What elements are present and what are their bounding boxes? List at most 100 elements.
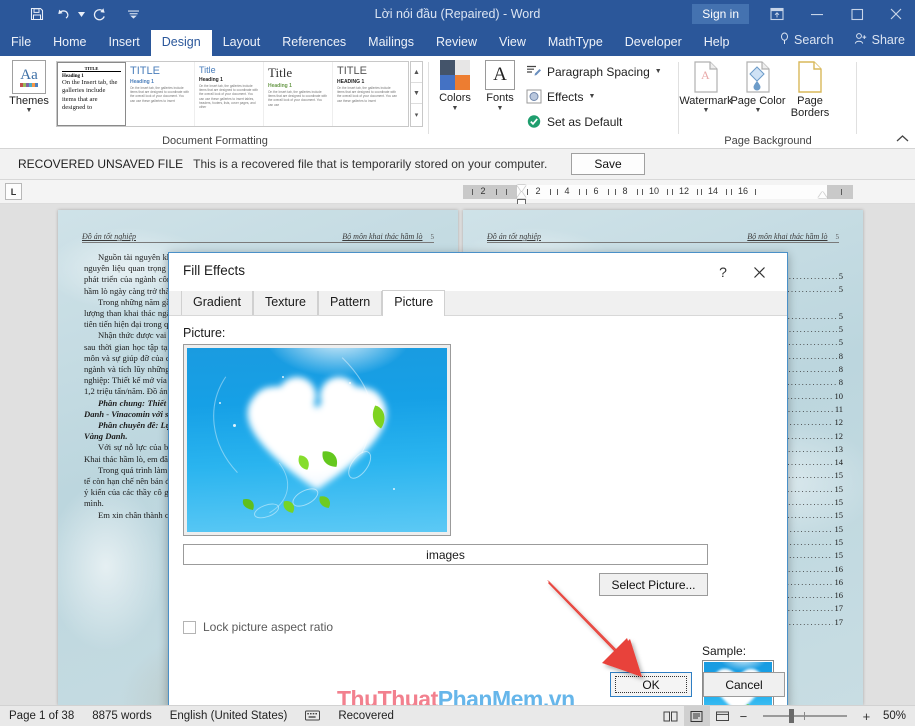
- tab-mathtype[interactable]: MathType: [537, 30, 614, 56]
- ribbon-group-theme-controls: Colors ▼ A Fonts ▼ Paragraph Spacing ▼ E…: [430, 56, 680, 149]
- status-proofing-icon[interactable]: [296, 710, 329, 723]
- colors-dropdown-icon[interactable]: ▼: [433, 105, 477, 112]
- dialog-tab-pattern[interactable]: Pattern: [318, 291, 382, 315]
- status-language[interactable]: English (United States): [161, 710, 297, 722]
- zoom-out-button[interactable]: −: [736, 709, 751, 724]
- title-bar: Lời nói đầu (Repaired) - Word Sign in: [0, 0, 915, 28]
- message-bar-save-button[interactable]: Save: [571, 153, 644, 175]
- zoom-percentage[interactable]: 50%: [874, 710, 915, 722]
- zoom-in-button[interactable]: +: [859, 709, 874, 724]
- toc-page-number: 12: [833, 430, 844, 443]
- set-as-default-button[interactable]: Set as Default: [525, 113, 622, 130]
- minimize-icon[interactable]: [797, 0, 837, 28]
- toc-page-number: 11: [833, 403, 843, 416]
- gallery-scrollbar[interactable]: ▲ ▼ ▾: [410, 61, 423, 127]
- first-line-indent-marker[interactable]: [517, 185, 526, 191]
- gallery-item-4[interactable]: TITLE HEADING 1 On the Insert tab, the g…: [333, 62, 402, 126]
- share-button[interactable]: Share: [844, 28, 915, 52]
- picture-path-field[interactable]: images: [183, 544, 708, 565]
- tab-layout[interactable]: Layout: [212, 30, 272, 56]
- fonts-icon: A: [485, 60, 515, 90]
- fill-effects-dialog[interactable]: Fill Effects ? Gradient Texture Pattern …: [168, 252, 788, 708]
- tab-design[interactable]: Design: [151, 30, 212, 56]
- cancel-button[interactable]: Cancel: [703, 672, 785, 697]
- tab-review[interactable]: Review: [425, 30, 488, 56]
- ribbon-display-options-icon[interactable]: [757, 0, 797, 28]
- gallery-item-1[interactable]: TITLE Heading 1 On the Insert tab, the g…: [126, 62, 195, 126]
- tab-insert[interactable]: Insert: [98, 30, 151, 56]
- gallery-item-0[interactable]: TITLE Heading 1 On the Insert tab, the g…: [57, 62, 126, 126]
- header-page-number-right: 5: [836, 233, 840, 241]
- effects-label: Effects: [547, 90, 583, 104]
- zoom-slider[interactable]: [757, 706, 853, 726]
- print-layout-icon[interactable]: [684, 706, 710, 726]
- lock-aspect-ratio-checkbox[interactable]: [183, 621, 196, 634]
- hanging-indent-marker[interactable]: [517, 192, 526, 198]
- effects-button[interactable]: Effects ▼: [525, 88, 595, 105]
- page-color-dropdown-icon[interactable]: ▼: [730, 107, 786, 114]
- dialog-tab-gradient[interactable]: Gradient: [181, 291, 253, 315]
- horizontal-ruler[interactable]: 2 2 4 6 8 10 12 14 16: [463, 185, 853, 199]
- toc-page-number: 8: [837, 376, 843, 389]
- tab-stop-selector[interactable]: L: [5, 183, 22, 200]
- sign-in-button[interactable]: Sign in: [692, 4, 749, 24]
- tab-file[interactable]: File: [0, 30, 42, 56]
- toc-page-number: 17: [833, 616, 844, 629]
- tab-home[interactable]: Home: [42, 30, 97, 56]
- themes-dropdown-icon[interactable]: ▼: [6, 107, 52, 114]
- tab-help[interactable]: Help: [693, 30, 741, 56]
- paragraph-spacing-button[interactable]: Paragraph Spacing ▼: [525, 63, 662, 80]
- style-set-gallery[interactable]: TITLE Heading 1 On the Insert tab, the g…: [56, 61, 409, 127]
- gallery-more-icon[interactable]: ▾: [411, 104, 422, 125]
- gallery-item-2-body: On the Insert tab, the galleries include…: [199, 84, 259, 109]
- maximize-icon[interactable]: [837, 0, 877, 28]
- status-word-count[interactable]: 8875 words: [83, 710, 160, 722]
- close-icon[interactable]: [877, 0, 915, 28]
- themes-button[interactable]: Aa Themes ▼: [6, 60, 52, 114]
- tab-mailings[interactable]: Mailings: [357, 30, 425, 56]
- read-mode-icon[interactable]: [658, 706, 684, 726]
- right-indent-marker[interactable]: [818, 192, 827, 198]
- watermark-icon: A: [690, 60, 722, 94]
- lock-aspect-ratio-checkbox-row[interactable]: Lock picture aspect ratio: [183, 620, 333, 634]
- gallery-item-0-title: TITLE: [62, 66, 121, 72]
- tab-developer[interactable]: Developer: [614, 30, 693, 56]
- gallery-item-3[interactable]: Title Heading 1 On the Insert tab, the g…: [264, 62, 333, 126]
- status-recovered[interactable]: Recovered: [329, 710, 403, 722]
- fonts-dropdown-icon[interactable]: ▼: [478, 105, 522, 112]
- tabstrip-right-actions: Search Share: [769, 28, 915, 56]
- dialog-close-icon[interactable]: [747, 260, 771, 284]
- tab-view[interactable]: View: [488, 30, 537, 56]
- gallery-scroll-up-icon[interactable]: ▲: [411, 62, 422, 83]
- gallery-item-2[interactable]: Title Heading 1 On the Insert tab, the g…: [195, 62, 264, 126]
- search-box[interactable]: Search: [769, 28, 844, 52]
- watermark-dropdown-icon[interactable]: ▼: [678, 107, 734, 114]
- gallery-item-0-body: On the Insert tab, the galleries include…: [62, 79, 121, 113]
- ribbon-group-document-formatting: Aa Themes ▼ TITLE Heading 1 On the Inser…: [0, 56, 430, 149]
- paragraph-spacing-dropdown-icon[interactable]: ▼: [655, 68, 662, 75]
- page-borders-button[interactable]: Page Borders: [782, 60, 838, 119]
- gallery-item-3-title: Title: [268, 65, 328, 81]
- fonts-button[interactable]: A Fonts ▼: [478, 60, 522, 112]
- dialog-tab-texture[interactable]: Texture: [253, 291, 318, 315]
- search-icon: [779, 32, 790, 48]
- page-color-button[interactable]: Page Color ▼: [730, 60, 786, 114]
- themes-color-swatches: [20, 83, 38, 87]
- colors-button[interactable]: Colors ▼: [433, 60, 477, 112]
- web-layout-icon[interactable]: [710, 706, 736, 726]
- ok-button[interactable]: OK: [610, 672, 692, 697]
- status-page-number[interactable]: Page 1 of 38: [0, 710, 83, 722]
- dialog-tab-picture[interactable]: Picture: [382, 290, 445, 316]
- effects-dropdown-icon[interactable]: ▼: [588, 93, 595, 100]
- collapse-ribbon-icon[interactable]: [896, 134, 909, 146]
- toc-page-number: 17: [833, 602, 844, 615]
- question-mark-icon[interactable]: ?: [711, 260, 735, 284]
- zoom-slider-handle[interactable]: [789, 709, 794, 723]
- gallery-scroll-down-icon[interactable]: ▼: [411, 83, 422, 104]
- gallery-item-3-body: On the Insert tab, the galleries include…: [268, 90, 328, 107]
- toc-page-number: 15: [833, 483, 844, 496]
- tab-references[interactable]: References: [271, 30, 357, 56]
- select-picture-button[interactable]: Select Picture...: [599, 573, 708, 596]
- watermark-button[interactable]: A Watermark ▼: [678, 60, 734, 114]
- ruler-tick-label-3: 6: [593, 186, 598, 196]
